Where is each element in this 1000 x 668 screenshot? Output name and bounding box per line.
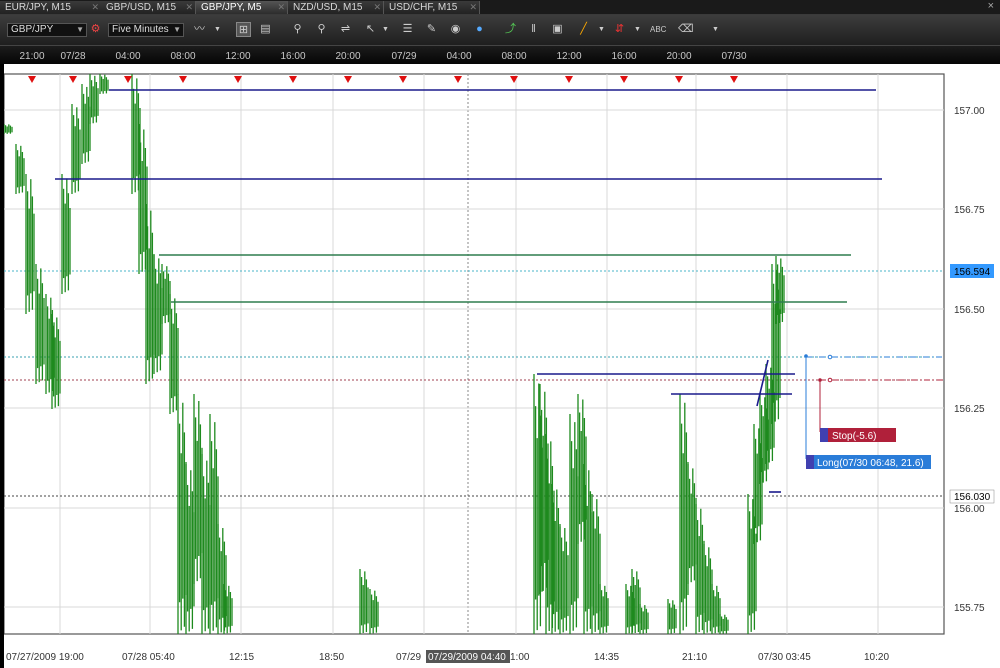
- price-tick: 156.00: [954, 504, 985, 515]
- symbol-value: GBP/JPY: [11, 24, 54, 35]
- arrow-marker-icon[interactable]: ⇵: [612, 22, 627, 37]
- time-label: 07/30 03:45: [758, 652, 811, 663]
- stop-order-label[interactable]: Stop(-5.6): [820, 428, 896, 442]
- stop-order-text: Stop(-5.6): [832, 431, 876, 442]
- close-tab-icon[interactable]: ✕: [277, 1, 285, 14]
- text-tool-icon[interactable]: ABC: [650, 22, 666, 37]
- globe-icon[interactable]: ●: [472, 22, 487, 37]
- tab-label: USD/CHF, M15: [389, 2, 458, 13]
- camera-icon[interactable]: ◉: [448, 22, 463, 37]
- note-icon[interactable]: ✎: [424, 22, 439, 37]
- time-label: 08:00: [501, 51, 527, 62]
- symbol-settings-icon[interactable]: ⚙: [88, 22, 103, 37]
- close-tab-icon[interactable]: ✕: [469, 1, 477, 14]
- stop-order-handle[interactable]: [818, 378, 822, 382]
- time-label: 21:00: [19, 51, 45, 62]
- time-label: 16:00: [280, 51, 306, 62]
- long-order-text: Long(07/30 06:48, 21.6): [817, 458, 924, 469]
- tab-eur-jpy[interactable]: EUR/JPY, M15 ✕: [0, 1, 102, 14]
- zoom-in-icon[interactable]: ⚲: [290, 22, 305, 37]
- close-tab-icon[interactable]: ✕: [91, 1, 99, 14]
- close-tab-icon[interactable]: ✕: [185, 1, 193, 14]
- chart-tab-bar: EUR/JPY, M15 ✕ GBP/USD, M15 ✕ GBP/JPY, M5 ✕…: [0, 0, 1000, 15]
- time-label: 12:15: [229, 652, 254, 663]
- vertical-line-icon[interactable]: ‖: [526, 22, 541, 37]
- chart-canvas[interactable]: Stop(-5.6) Long(07/30 06:48, 21.6) 157.0…: [4, 64, 1000, 668]
- time-label: 07/29: [396, 652, 421, 663]
- time-label: 04:00: [115, 51, 141, 62]
- crosshair-mode-icon[interactable]: ⊞: [236, 22, 251, 37]
- dropdown-arrow-icon[interactable]: ▼: [378, 22, 393, 37]
- data-window-icon[interactable]: ▤: [258, 22, 273, 37]
- time-label: 07/28 05:40: [122, 652, 175, 663]
- current-price-value: 156.594: [954, 267, 991, 278]
- price-chart[interactable]: Stop(-5.6) Long(07/30 06:48, 21.6) 157.0…: [4, 64, 1000, 668]
- dropdown-arrow-icon[interactable]: ▼: [594, 22, 609, 37]
- tab-label: GBP/USD, M15: [106, 2, 177, 13]
- tab-label: GBP/JPY, M5: [201, 2, 262, 13]
- time-label: 21:10: [682, 652, 707, 663]
- time-label: 07/28: [60, 51, 86, 62]
- low-price-value: 156.030: [954, 492, 991, 503]
- long-order-handle[interactable]: [804, 354, 808, 358]
- price-tick: 157.00: [954, 106, 985, 117]
- time-label: 14:35: [594, 652, 619, 663]
- long-order-label[interactable]: Long(07/30 06:48, 21.6): [806, 455, 931, 469]
- top-time-axis: 21:00 07/28 04:00 08:00 12:00 16:00 20:0…: [0, 46, 1000, 64]
- time-label: 20:00: [666, 51, 692, 62]
- eraser-icon[interactable]: ⌫: [678, 22, 694, 37]
- time-label: 16:00: [611, 51, 637, 62]
- time-label: 18:50: [319, 652, 344, 663]
- timeframe-value: Five Minutes: [112, 24, 169, 35]
- line-tool-icon[interactable]: ⇌: [338, 22, 353, 37]
- tab-gbp-jpy[interactable]: GBP/JPY, M5 ✕: [196, 1, 288, 14]
- time-label: 08:00: [170, 51, 196, 62]
- dropdown-arrow-icon[interactable]: ▼: [210, 22, 225, 37]
- timeframe-select[interactable]: Five Minutes ▼: [108, 23, 184, 37]
- window-close-icon[interactable]: ×: [988, 0, 994, 12]
- price-tick: 155.75: [954, 603, 985, 614]
- indicators-icon[interactable]: ⤴: [503, 22, 518, 37]
- zoom-out-icon[interactable]: ⚲: [314, 22, 329, 37]
- time-label: 10:20: [864, 652, 889, 663]
- dropdown-arrow-icon[interactable]: ▼: [630, 22, 645, 37]
- time-label: 07/29: [391, 51, 417, 62]
- pencil-icon[interactable]: ╱: [576, 22, 591, 37]
- tab-nzd-usd[interactable]: NZD/USD, M15 ✕: [288, 1, 384, 14]
- dropdown-arrow-icon[interactable]: ▼: [708, 22, 723, 37]
- cursor-tool-icon[interactable]: ↖: [363, 22, 378, 37]
- stop-order-handle[interactable]: [827, 377, 833, 383]
- tab-label: NZD/USD, M15: [293, 2, 363, 13]
- time-label: 12:00: [556, 51, 582, 62]
- price-tick: 156.50: [954, 305, 985, 316]
- chart-type-icon[interactable]: 〰: [192, 22, 207, 37]
- template-icon[interactable]: ▣: [550, 22, 565, 37]
- time-label: 1:00: [510, 652, 530, 663]
- time-label: 07/30: [721, 51, 747, 62]
- price-tick: 156.25: [954, 404, 985, 415]
- chart-toolbar: GBP/JPY ▼ ⚙ Five Minutes ▼ 〰 ▼ ⊞ ▤ ⚲ ⚲ ⇌ ↖…: [0, 15, 1000, 46]
- tab-usd-chf[interactable]: USD/CHF, M15 ✕: [384, 1, 480, 14]
- price-tick: 156.75: [954, 205, 985, 216]
- chevron-down-icon: ▼: [76, 25, 84, 34]
- cursor-time-label: 07/29/2009 04:40: [428, 652, 506, 663]
- time-label: 07/27/2009 19:00: [6, 652, 84, 663]
- symbol-select[interactable]: GBP/JPY ▼: [7, 23, 87, 37]
- chevron-down-icon: ▼: [173, 25, 181, 34]
- bottom-time-axis: 07/27/2009 19:00 07/28 05:40 12:15 18:50…: [6, 650, 889, 663]
- properties-icon[interactable]: ☰: [400, 22, 415, 37]
- time-label: 12:00: [225, 51, 251, 62]
- time-label: 04:00: [446, 51, 472, 62]
- tab-gbp-usd[interactable]: GBP/USD, M15 ✕: [101, 1, 196, 14]
- long-order-handle[interactable]: [827, 354, 833, 360]
- price-axis: 157.00 156.75 156.50 156.25 156.00 155.7…: [954, 106, 985, 614]
- tab-label: EUR/JPY, M15: [5, 2, 71, 13]
- close-tab-icon[interactable]: ✕: [373, 1, 381, 14]
- time-label: 20:00: [335, 51, 361, 62]
